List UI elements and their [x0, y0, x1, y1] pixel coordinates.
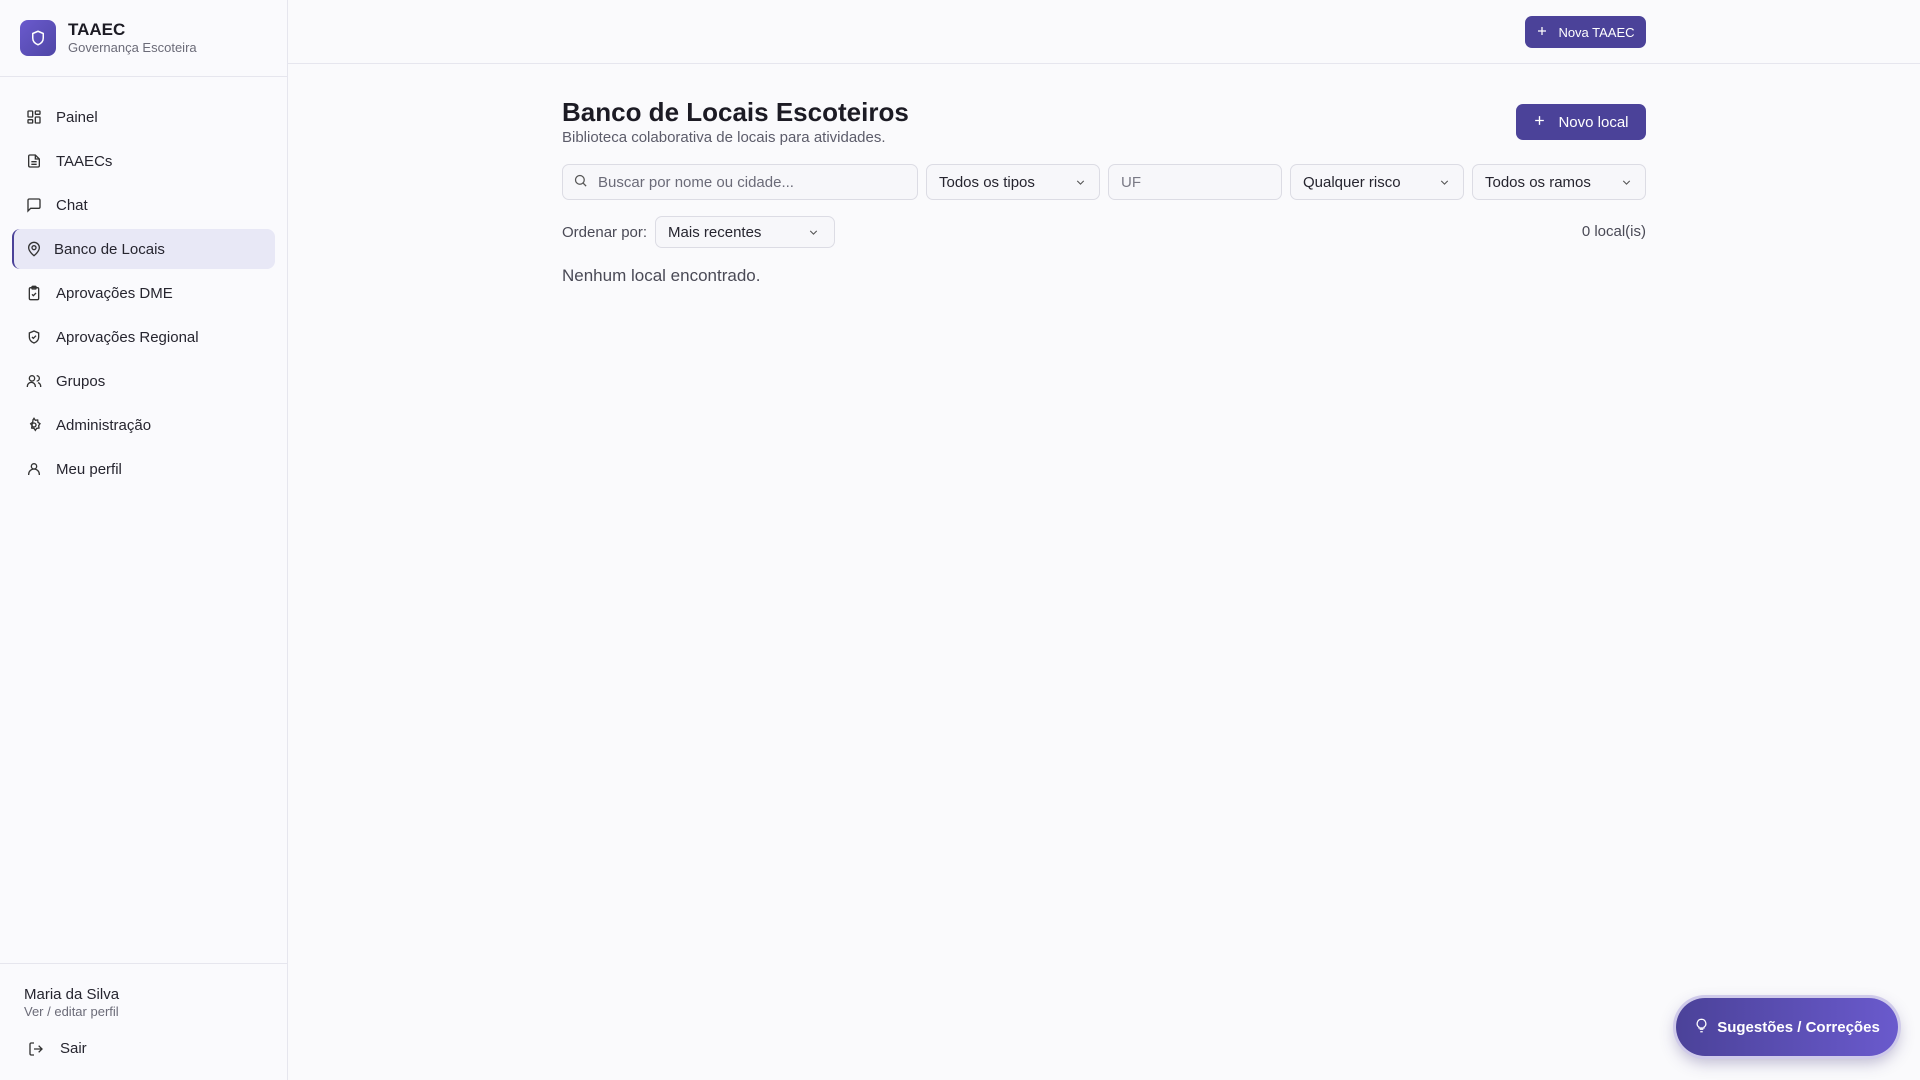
sidebar-item-aprovacoes-dme[interactable]: Aprovações DME [12, 273, 275, 313]
lightbulb-icon [1694, 1018, 1709, 1037]
map-pin-icon [26, 241, 42, 257]
edit-profile-link[interactable]: Ver / editar perfil [24, 1004, 287, 1020]
new-taaec-button[interactable]: Nova TAAEC [1525, 16, 1646, 48]
sidebar-footer: Maria da Silva Ver / editar perfil Sair [0, 963, 287, 1080]
tipo-select-value: Todos os tipos [939, 173, 1035, 191]
sort-row: Ordenar por: Mais recentes 0 local(is) [562, 216, 1646, 248]
plus-icon [1536, 25, 1548, 40]
sidebar-item-label: Painel [56, 108, 98, 126]
sidebar-item-meu-perfil[interactable]: Meu perfil [12, 449, 275, 489]
sort-select-value: Mais recentes [668, 223, 762, 241]
sidebar-item-label: Banco de Locais [54, 240, 165, 258]
user-name[interactable]: Maria da Silva [24, 986, 287, 1004]
brand: TAAEC Governança Escoteira [0, 0, 287, 77]
suggestions-label: Sugestões / Correções [1717, 1018, 1880, 1036]
sidebar-item-label: Chat [56, 196, 88, 214]
sidebar-item-label: Grupos [56, 372, 106, 390]
page-title: Banco de Locais Escoteiros [562, 97, 909, 127]
logout-icon [28, 1041, 44, 1057]
empty-state-message: Nenhum local encontrado. [562, 266, 761, 285]
sidebar-item-label: Meu perfil [56, 460, 122, 478]
ramo-select-value: Todos os ramos [1485, 173, 1591, 191]
plus-icon [1533, 114, 1546, 131]
dashboard-icon [26, 109, 42, 125]
uf-input[interactable]: UF [1108, 164, 1282, 200]
clipboard-check-icon [26, 285, 42, 301]
brand-subtitle: Governança Escoteira [68, 40, 197, 55]
sidebar-item-painel[interactable]: Painel [12, 97, 275, 137]
shield-check-icon [26, 329, 42, 345]
search-input[interactable]: Buscar por nome ou cidade... [562, 164, 918, 200]
sort-select[interactable]: Mais recentes [655, 216, 836, 248]
results-count: 0 local(is) [1581, 223, 1646, 240]
sidebar-item-label: Administração [56, 416, 152, 434]
tipo-select[interactable]: Todos os tipos [926, 164, 1100, 200]
logout-button[interactable]: Sair [24, 1040, 287, 1057]
uf-placeholder: UF [1121, 173, 1141, 191]
search-placeholder: Buscar por nome ou cidade... [598, 173, 794, 191]
search-icon [573, 173, 588, 192]
risco-select-value: Qualquer risco [1303, 173, 1401, 191]
user-icon [26, 461, 42, 477]
chevron-down-icon [807, 226, 820, 239]
chevron-down-icon [1620, 176, 1633, 189]
new-local-label: Novo local [1558, 113, 1629, 131]
sort-label: Ordenar por: [562, 223, 648, 241]
sidebar-nav: Painel TAAECs Chat Banco de Locais Aprov… [0, 77, 287, 963]
new-local-button[interactable]: Novo local [1516, 104, 1646, 140]
new-taaec-label: Nova TAAEC [1558, 24, 1635, 40]
users-icon [26, 373, 42, 389]
sidebar-item-label: Aprovações DME [56, 284, 173, 302]
sidebar-item-chat[interactable]: Chat [12, 185, 275, 225]
chevron-down-icon [1438, 176, 1451, 189]
sidebar-item-label: Aprovações Regional [56, 328, 199, 346]
brand-title: TAAEC [68, 20, 126, 39]
sidebar-item-aprovacoes-regional[interactable]: Aprovações Regional [12, 317, 275, 357]
sidebar-item-grupos[interactable]: Grupos [12, 361, 275, 401]
sidebar-item-label: TAAECs [56, 152, 113, 170]
sidebar-item-administracao[interactable]: Administração [12, 405, 275, 445]
chevron-down-icon [1074, 176, 1087, 189]
shield-logo-icon [20, 20, 56, 56]
risco-select[interactable]: Qualquer risco [1290, 164, 1464, 200]
chat-icon [26, 197, 42, 213]
suggestions-button[interactable]: Sugestões / Correções [1676, 998, 1898, 1056]
sidebar-item-banco-de-locais[interactable]: Banco de Locais [12, 229, 275, 269]
gear-icon [26, 417, 42, 433]
sidebar-item-taaecs[interactable]: TAAECs [12, 141, 275, 181]
sidebar: TAAEC Governança Escoteira Painel TAAECs… [0, 0, 288, 1080]
ramo-select[interactable]: Todos os ramos [1472, 164, 1646, 200]
document-icon [26, 153, 42, 169]
logout-label: Sair [60, 1040, 87, 1057]
top-bar: Nova TAAEC [288, 0, 1920, 64]
filters-bar: Buscar por nome ou cidade... Todos os ti… [562, 164, 1646, 200]
page-subtitle: Biblioteca colaborativa de locais para a… [562, 129, 886, 146]
main-content: Banco de Locais Escoteiros Biblioteca co… [562, 96, 1646, 285]
